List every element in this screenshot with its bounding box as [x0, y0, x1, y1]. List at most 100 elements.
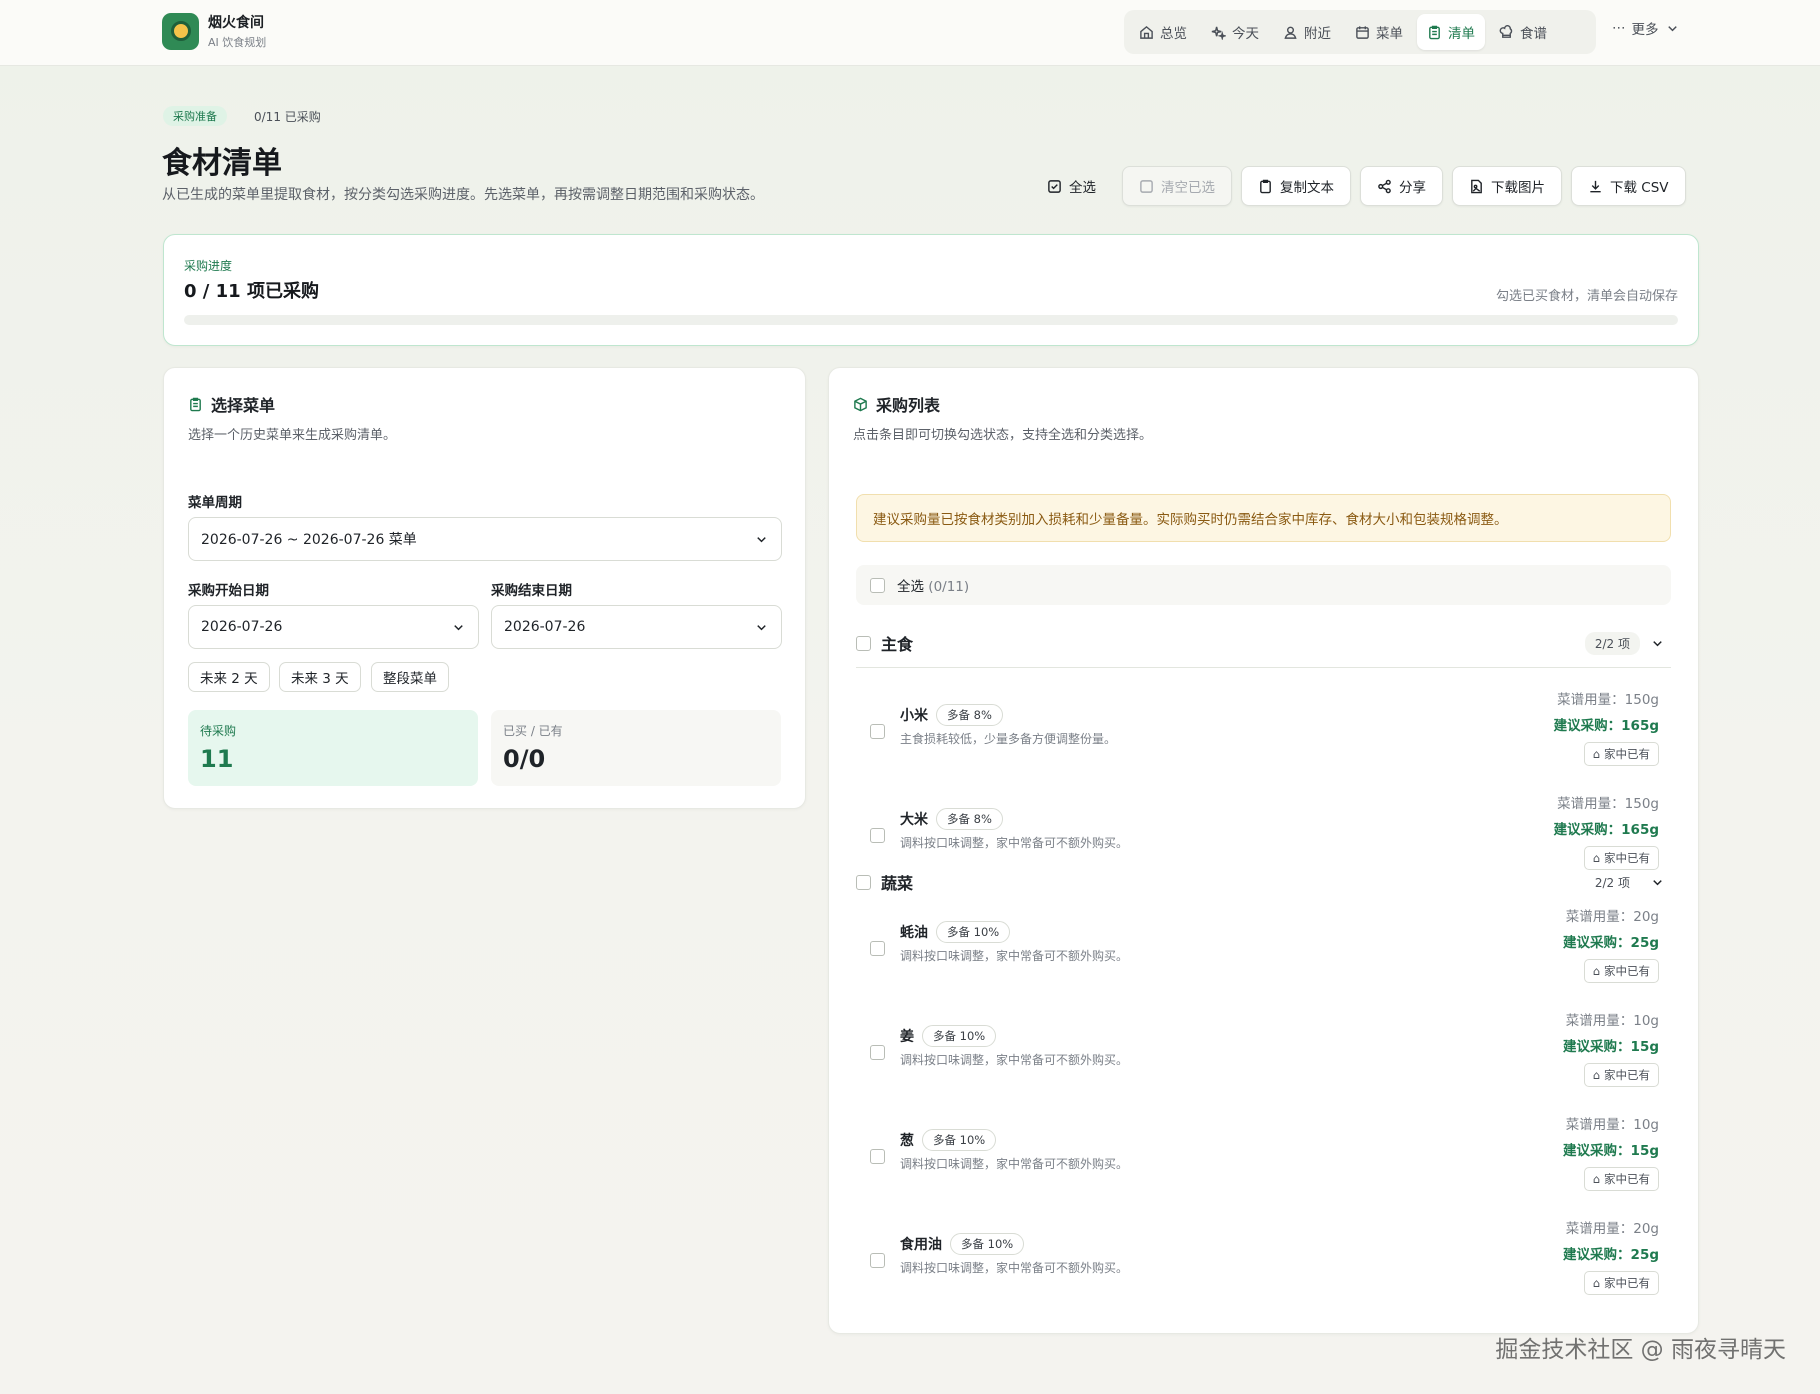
item-checkbox[interactable]	[870, 1253, 885, 1268]
button-label: 分享	[1399, 180, 1426, 196]
item-name-text: 大米	[900, 812, 928, 828]
item-amounts: 菜谱用量：150g 建议采购：165g ⌂ 家中已有	[1554, 688, 1659, 766]
list-item[interactable]: 食用油 多备 10% 调料按口味调整，家中常备可不额外购买。 菜谱用量：20g 建…	[856, 1217, 1671, 1307]
ellipsis-icon: ⋯	[1612, 20, 1626, 36]
select-all-button[interactable]: 全选	[1030, 166, 1113, 206]
have-at-home-button[interactable]: ⌂ 家中已有	[1583, 1271, 1659, 1295]
home-label: 家中已有	[1604, 964, 1650, 978]
select-all-row[interactable]: 全选 (0/11)	[856, 565, 1671, 605]
recipe-usage: 菜谱用量：10g	[1565, 1117, 1659, 1133]
button-label: 下载 CSV	[1610, 180, 1669, 196]
period-label: 菜单周期	[188, 495, 242, 511]
item-amounts: 菜谱用量：10g 建议采购：15g ⌂ 家中已有	[1563, 1113, 1659, 1191]
item-note: 调料按口味调整，家中常备可不额外购买。	[900, 949, 1129, 963]
checkbox-icon	[1139, 179, 1154, 194]
clear-selected-button[interactable]: 清空已选	[1122, 166, 1232, 206]
start-date-select[interactable]: 2026-07-26	[188, 605, 479, 649]
nav-item-menu[interactable]: 菜单	[1345, 14, 1413, 50]
list-item[interactable]: 小米 多备 8% 主食损耗较低，少量多备方便调整份量。 菜谱用量：150g 建议采…	[856, 688, 1671, 778]
pending-stat: 待采购 11	[188, 710, 478, 786]
home-icon	[1139, 25, 1154, 40]
download-csv-button[interactable]: 下载 CSV	[1571, 166, 1686, 206]
nav-item-nearby[interactable]: 附近	[1273, 14, 1341, 50]
item-checkbox[interactable]	[870, 941, 885, 956]
suggested-purchase: 建议采购：25g	[1563, 935, 1659, 951]
quick-range-full-menu[interactable]: 整段菜单	[371, 662, 449, 692]
watermark: 掘金技术社区 @ 雨夜寻晴天	[1495, 1337, 1786, 1363]
copy-text-button[interactable]: 复制文本	[1241, 166, 1351, 206]
item-checkbox[interactable]	[870, 724, 885, 739]
download-image-button[interactable]: 下载图片	[1452, 166, 1562, 206]
top-bar: 烟火食间 AI 饮食规划 总览 今天 附近 菜单 清单 食谱 ⋯ 更多	[0, 0, 1820, 66]
nav-item-today[interactable]: 今天	[1201, 14, 1269, 50]
quick-range-3-days[interactable]: 未来 3 天	[279, 662, 361, 692]
chevron-down-icon[interactable]	[1650, 636, 1665, 651]
chevron-down-icon	[754, 532, 769, 547]
start-date-value: 2026-07-26	[201, 619, 283, 635]
progress-card: 采购进度 0 / 11 项已采购 勾选已买食材，清单会自动保存	[163, 234, 1699, 346]
nav-label: 今天	[1232, 26, 1259, 42]
download-icon	[1588, 179, 1603, 194]
period-select[interactable]: 2026-07-26 ~ 2026-07-26 菜单	[188, 517, 782, 561]
share-button[interactable]: 分享	[1360, 166, 1443, 206]
item-checkbox[interactable]	[870, 1149, 885, 1164]
group-count: 2/2 项	[1594, 875, 1630, 890]
nav-item-list[interactable]: 清单	[1417, 14, 1485, 50]
recipe-usage: 菜谱用量：10g	[1565, 1013, 1659, 1029]
list-item[interactable]: 蚝油 多备 10% 调料按口味调整，家中常备可不额外购买。 菜谱用量：20g 建议…	[856, 905, 1671, 995]
list-item[interactable]: 葱多备 10% 调料按口味调整，家中常备可不额外购买。 菜谱用量：10g 建议采…	[856, 1113, 1671, 1203]
share-icon	[1377, 179, 1392, 194]
nav-item-recipes[interactable]: 食谱	[1489, 14, 1557, 50]
checkbox-checked-icon	[1047, 179, 1062, 194]
item-name-text: 蚝油	[900, 925, 928, 941]
have-at-home-button[interactable]: ⌂ 家中已有	[1583, 1167, 1659, 1191]
nav-item-overview[interactable]: 总览	[1129, 14, 1197, 50]
item-name-text: 食用油	[900, 1237, 942, 1253]
quick-range-2-days[interactable]: 未来 2 天	[188, 662, 270, 692]
home-icon: ⌂	[1592, 1068, 1600, 1082]
suggested-purchase: 建议采购：15g	[1563, 1143, 1659, 1159]
nav-label: 清单	[1448, 26, 1475, 42]
item-checkbox[interactable]	[870, 1045, 885, 1060]
item-amounts: 菜谱用量：150g 建议采购：165g ⌂ 家中已有	[1554, 792, 1659, 870]
group-count: 2/2 项	[1584, 631, 1640, 655]
group-name: 蔬菜	[881, 874, 914, 893]
buffer-tag: 多备 10%	[936, 921, 1011, 943]
group-checkbox[interactable]	[856, 874, 871, 890]
select-all-count: (0/11)	[928, 579, 970, 595]
suggested-purchase: 建议采购：165g	[1553, 718, 1659, 734]
button-label: 下载图片	[1491, 180, 1545, 196]
nav-more-button[interactable]: ⋯ 更多	[1612, 18, 1680, 38]
list-item[interactable]: 姜多备 10% 调料按口味调整，家中常备可不额外购买。 菜谱用量：10g 建议采…	[856, 1009, 1671, 1099]
have-at-home-button[interactable]: ⌂ 家中已有	[1583, 959, 1659, 983]
home-icon: ⌂	[1592, 747, 1600, 761]
home-icon: ⌂	[1592, 964, 1600, 978]
chevron-down-icon[interactable]	[1650, 875, 1665, 890]
group-header-staple[interactable]: 主食 2/2 项	[856, 623, 1671, 663]
clipboard-icon	[1258, 179, 1273, 194]
buffer-tag: 多备 10%	[950, 1233, 1025, 1255]
menu-select-description: 选择一个历史菜单来生成采购清单。	[188, 428, 397, 443]
have-at-home-button[interactable]: ⌂ 家中已有	[1583, 1063, 1659, 1087]
item-amounts: 菜谱用量：20g 建议采购：25g ⌂ 家中已有	[1563, 1217, 1659, 1295]
buffer-tag: 多备 8%	[936, 704, 1003, 726]
group-checkbox[interactable]	[856, 635, 871, 651]
item-checkbox[interactable]	[870, 828, 885, 843]
chef-hat-icon	[1499, 24, 1514, 40]
recipe-usage: 菜谱用量：20g	[1565, 909, 1659, 925]
buffer-tag: 多备 8%	[936, 808, 1003, 830]
end-date-select[interactable]: 2026-07-26	[491, 605, 782, 649]
item-name-text: 姜	[900, 1029, 914, 1045]
toolbar: 全选 清空已选 复制文本 分享 下载图片 下载 CSV	[1030, 166, 1686, 206]
group-header-vegetable[interactable]: 蔬菜 2/2 项	[856, 862, 1671, 902]
brand[interactable]: 烟火食间 AI 饮食规划	[162, 12, 266, 50]
item-amounts: 菜谱用量：20g 建议采购：25g ⌂ 家中已有	[1563, 905, 1659, 983]
have-at-home-button[interactable]: ⌂ 家中已有	[1583, 742, 1659, 766]
item-amounts: 菜谱用量：10g 建议采购：15g ⌂ 家中已有	[1563, 1009, 1659, 1087]
select-all-checkbox[interactable]	[870, 577, 885, 593]
end-date-value: 2026-07-26	[504, 619, 586, 635]
item-name: 姜多备 10%	[900, 1025, 997, 1047]
item-name: 葱多备 10%	[900, 1129, 997, 1151]
group-divider	[856, 667, 1671, 668]
status-badge: 采购准备	[163, 106, 227, 126]
